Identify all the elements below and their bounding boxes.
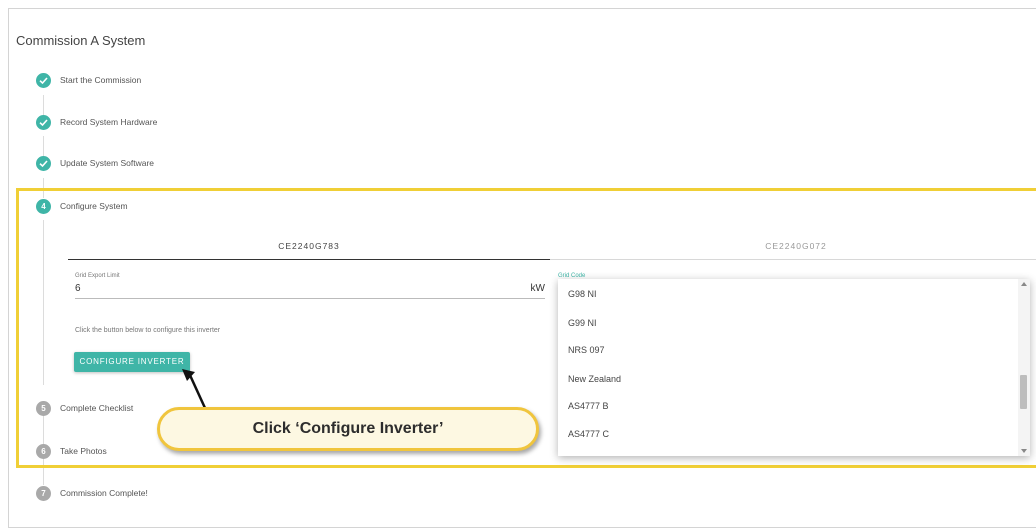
dropdown-option[interactable]: AS4777 B [568,401,609,411]
check-circle-icon [36,115,51,130]
grid-code-dropdown[interactable]: G98 NI G99 NI NRS 097 New Zealand AS4777… [558,279,1030,456]
pointer-arrow-icon [182,369,207,409]
step-label: Commission Complete! [60,488,148,498]
step-label: Record System Hardware [60,117,158,127]
instruction-callout: Click ‘Configure Inverter’ [157,407,539,451]
check-circle-icon [36,73,51,88]
dropdown-option[interactable]: G99 NI [568,318,597,328]
dropdown-option[interactable]: New Zealand [568,374,621,384]
dropdown-scrollbar[interactable] [1018,279,1030,456]
dropdown-option[interactable]: AS4777 C [568,429,609,439]
page-title: Commission A System [16,33,146,48]
check-circle-icon [36,156,51,171]
step-number-badge: 7 [36,486,51,501]
step-label: Start the Commission [60,75,142,85]
scroll-up-icon[interactable] [1021,282,1027,286]
scroll-down-icon[interactable] [1021,449,1027,453]
dropdown-option[interactable]: NRS 097 [568,345,605,355]
dropdown-option[interactable]: G98 NI [568,289,597,299]
scroll-thumb[interactable] [1020,375,1027,409]
step-label: Update System Software [60,158,155,168]
